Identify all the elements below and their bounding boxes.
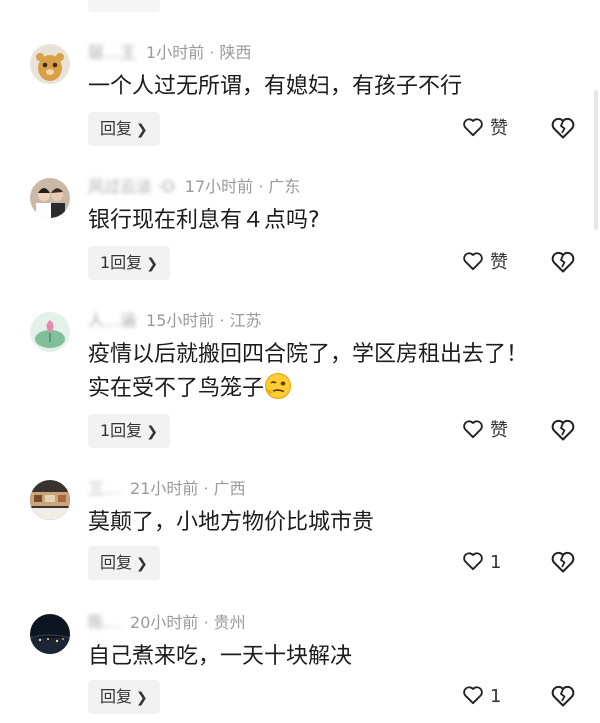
comment-line-wrap: 实在受不了鸟笼子 (88, 372, 568, 406)
chevron-right-icon: ❯ (146, 424, 158, 440)
chevron-right-icon: ❯ (136, 122, 148, 138)
comment-meta: 人…涵 15小时前 · 江苏 (88, 310, 262, 332)
like-count: 赞 (490, 118, 508, 139)
like-count: 1 (490, 686, 502, 707)
chevron-right-icon: ❯ (146, 256, 158, 272)
username[interactable]: 三… (88, 478, 120, 500)
avatar[interactable] (30, 480, 70, 520)
time-location: 21小时前 · 广西 (130, 479, 246, 498)
like-count: 1 (490, 552, 502, 573)
dislike-button[interactable] (550, 684, 576, 710)
comment-item: 三… 21小时前 · 广西 莫颠了，小地方物价比城市贵 回复 ❯ 1 (0, 478, 600, 610)
time-location: 20小时前 · 贵州 (130, 613, 246, 632)
like-button[interactable]: 1 (462, 680, 501, 714)
avatar[interactable] (30, 312, 70, 352)
dislike-button[interactable] (550, 550, 576, 576)
comment-text: 一个人过无所谓，有媳妇，有孩子不行 (88, 70, 568, 104)
time-location: 1小时前 · 陕西 (146, 43, 252, 62)
avatar[interactable] (30, 178, 70, 218)
comment-item: 人…涵 15小时前 · 江苏 疫情以后就搬回四合院了，学区房租出去了！ 实在受不了… (0, 310, 600, 462)
broken-heart-icon (551, 419, 575, 441)
username[interactable]: 风过云淡 ·O (88, 176, 175, 198)
comment-meta: 层…王 1小时前 · 陕西 (88, 42, 251, 64)
comment-line: 疫情以后就搬回四合院了，学区房租出去了！ (88, 342, 529, 367)
comment-meta: 风过云淡 ·O 17小时前 · 广东 (88, 176, 300, 198)
comment-line: 银行现在利息有４点吗? (88, 208, 320, 233)
time-location: 17小时前 · 广东 (184, 177, 301, 196)
like-button[interactable]: 赞 (462, 414, 508, 448)
time-location: 15小时前 · 江苏 (146, 311, 262, 330)
heart-icon (463, 420, 483, 439)
comment-text: 银行现在利息有４点吗? (88, 204, 568, 238)
reply-button[interactable]: 1回复 ❯ (88, 246, 170, 280)
broken-heart-icon (551, 251, 575, 273)
comment-item: 风过云淡 ·O 17小时前 · 广东 银行现在利息有４点吗? 1回复 ❯ 赞 (0, 176, 600, 308)
dislike-button[interactable] (550, 418, 576, 444)
dislike-button[interactable] (550, 250, 576, 276)
reply-label: 1回复 (100, 253, 143, 272)
comment-line: 自己煮来吃，一天十块解决 (88, 644, 353, 669)
wry-smile-emoji (264, 372, 292, 400)
comment-text: 疫情以后就搬回四合院了，学区房租出去了！ 实在受不了鸟笼子 (88, 338, 568, 406)
dislike-button[interactable] (550, 116, 576, 142)
username[interactable]: 人…涵 (88, 310, 136, 332)
reply-button[interactable]: 回复 ❯ (88, 680, 160, 714)
chevron-right-icon: ❯ (136, 690, 148, 706)
previous-reply-button[interactable] (88, 0, 160, 12)
heart-icon (463, 552, 483, 571)
username[interactable]: 陈… (88, 612, 120, 634)
comment-item: 陈… 20小时前 · 贵州 自己煮来吃，一天十块解决 回复 ❯ 1 (0, 612, 600, 723)
reply-label: 1回复 (100, 421, 143, 440)
comment-meta: 三… 21小时前 · 广西 (88, 478, 246, 500)
comment-meta: 陈… 20小时前 · 贵州 (88, 612, 246, 634)
comment-text: 莫颠了，小地方物价比城市贵 (88, 506, 568, 540)
reply-label: 回复 (100, 119, 133, 138)
broken-heart-icon (551, 117, 575, 139)
reply-button[interactable]: 回复 ❯ (88, 546, 160, 580)
comment-item: 层…王 1小时前 · 陕西 一个人过无所谓，有媳妇，有孩子不行 回复 ❯ 赞 (0, 42, 600, 174)
chevron-right-icon: ❯ (136, 556, 148, 572)
username[interactable]: 层…王 (88, 42, 136, 64)
heart-icon (463, 686, 483, 705)
heart-icon (463, 252, 483, 271)
reply-label: 回复 (100, 553, 133, 572)
avatar[interactable] (30, 614, 70, 654)
comment-line: 实在受不了鸟笼子 (88, 376, 265, 401)
reply-label: 回复 (100, 687, 133, 706)
comment-text: 自己煮来吃，一天十块解决 (88, 640, 568, 674)
comment-line: 莫颠了，小地方物价比城市贵 (88, 510, 375, 535)
avatar[interactable] (30, 44, 70, 84)
like-button[interactable]: 赞 (462, 246, 508, 280)
broken-heart-icon (551, 551, 575, 573)
reply-button[interactable]: 1回复 ❯ (88, 414, 170, 448)
comment-line: 一个人过无所谓，有媳妇，有孩子不行 (88, 74, 463, 99)
reply-button[interactable]: 回复 ❯ (88, 112, 160, 146)
like-count: 赞 (490, 420, 508, 441)
like-button[interactable]: 赞 (462, 112, 508, 146)
broken-heart-icon (551, 685, 575, 707)
heart-icon (463, 118, 483, 137)
like-count: 赞 (490, 252, 508, 273)
like-button[interactable]: 1 (462, 546, 501, 580)
